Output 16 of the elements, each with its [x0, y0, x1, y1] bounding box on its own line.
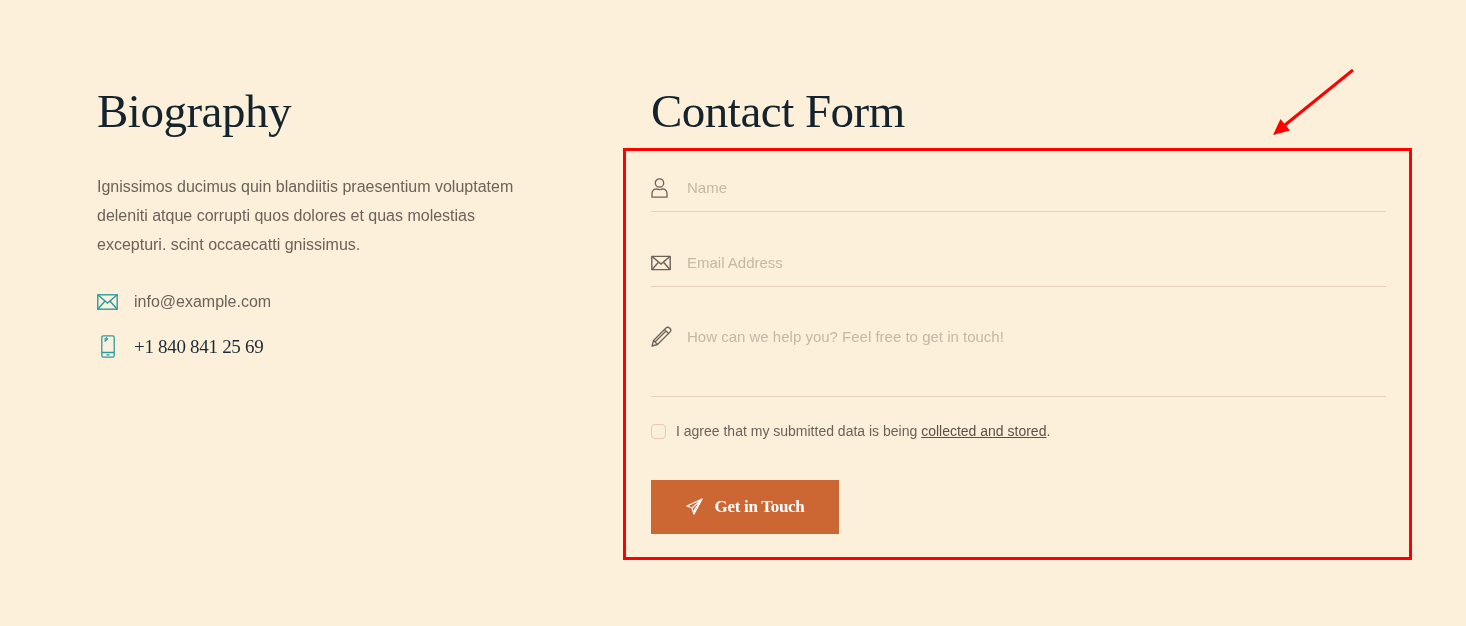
person-icon	[651, 178, 668, 198]
consent-text: I agree that my submitted data is being collected and stored.	[676, 422, 1051, 442]
paper-plane-icon	[685, 498, 703, 516]
pencil-icon	[651, 326, 672, 347]
biography-text: Ignissimos ducimus quin blandiitis praesentium voluptatem deleniti atque corrupti quos dolores et quas molestias excepturi. scint occaecatti gnissimus.	[97, 177, 515, 255]
envelope-icon	[651, 255, 671, 271]
name-field[interactable]: Name	[651, 164, 1386, 212]
consent-checkbox[interactable]	[651, 424, 666, 440]
email-field[interactable]: Email Address	[651, 239, 1386, 287]
section-heading: Biography	[97, 84, 293, 139]
section-heading: Contact Form	[651, 84, 906, 139]
email-link[interactable]: info@example.com	[134, 290, 272, 314]
phone-link[interactable]: +1 840 841 25 69	[134, 332, 264, 362]
envelope-icon	[97, 294, 118, 310]
smartphone-icon	[100, 335, 115, 359]
submit-button[interactable]: Get in Touch	[651, 480, 839, 534]
